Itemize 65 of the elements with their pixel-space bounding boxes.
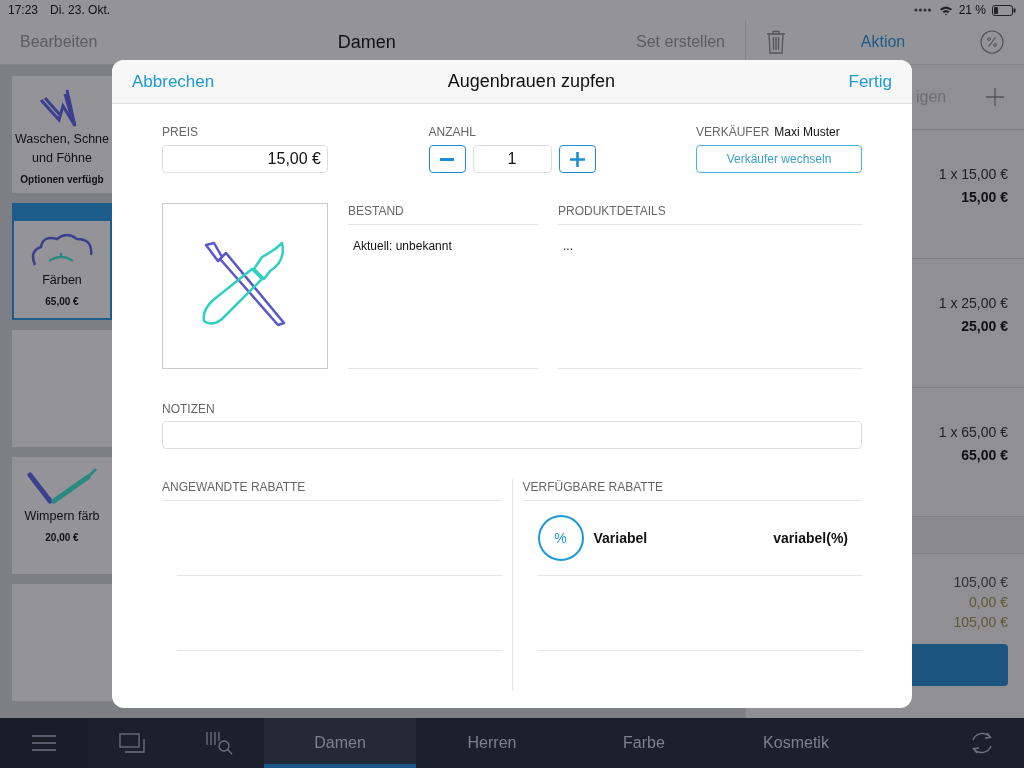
- quantity-label: ANZAHL: [428, 124, 477, 140]
- tile-subtitle: Optionen verfügb: [20, 174, 104, 185]
- category-tab[interactable]: Farbe: [568, 718, 720, 768]
- cart-item-total: 15,00 €: [961, 189, 1008, 205]
- discount-value: variabel(%): [773, 530, 848, 546]
- change-seller-button[interactable]: Verkäufer wechseln: [696, 145, 862, 173]
- category-tab[interactable]: Damen: [264, 718, 416, 768]
- wifi-icon: [938, 4, 953, 16]
- menu-icon[interactable]: [32, 735, 56, 751]
- empty-tile[interactable]: [12, 330, 112, 447]
- sync-icon[interactable]: [969, 730, 995, 756]
- stock-label: BESTAND: [348, 203, 538, 225]
- tile-title: Wimpern färb: [24, 508, 100, 525]
- stock-text: Aktuell: unbekannt: [353, 239, 453, 253]
- cancel-button[interactable]: Abbrechen: [132, 71, 215, 92]
- battery-percent: 21 %: [958, 3, 986, 17]
- tile-subtitle: 20,00 €: [45, 532, 79, 543]
- product-tile[interactable]: Wimpern färb 20,00 €: [12, 457, 112, 574]
- cart-quantity-price: 1 x 15,00 €: [938, 166, 1008, 182]
- discount-name: Variabel: [593, 530, 648, 546]
- category-tab[interactable]: Kosmetik: [720, 718, 872, 768]
- decrement-button[interactable]: [428, 145, 466, 173]
- percent-badge: %: [537, 515, 584, 561]
- notes-field[interactable]: [162, 421, 862, 449]
- total-amount: 105,00 €: [953, 574, 1008, 590]
- product-tile[interactable]: Waschen, Schne und Föhne Optionen verfügb: [12, 76, 112, 193]
- price-label: PREIS: [162, 124, 199, 140]
- action-button[interactable]: Aktion: [860, 33, 906, 51]
- trash-icon[interactable]: [766, 30, 786, 54]
- cart-quantity-price: 1 x 25,00 €: [938, 295, 1008, 311]
- tile-title: Färben: [42, 272, 82, 289]
- tile-subtitle: 65,00 €: [45, 296, 79, 307]
- product-tile[interactable]: Färben 65,00 €: [12, 203, 112, 320]
- quantity-field[interactable]: 1: [472, 145, 552, 173]
- notes-label: NOTIZEN: [162, 401, 216, 417]
- dialog-title: Augenbrauen zupfen: [447, 71, 615, 92]
- status-time: 17:23: [8, 3, 39, 17]
- status-date: Di. 23. Okt.: [50, 3, 111, 17]
- cart-quantity-price: 1 x 65,00 €: [938, 424, 1008, 440]
- details-label: PRODUKTDETAILS: [558, 203, 862, 225]
- tile-title: Waschen, Schne und Föhne: [15, 131, 109, 167]
- discount-item[interactable]: % Variabel variabel(%): [537, 501, 862, 576]
- seller-label: VERKÄUFER: [696, 124, 770, 140]
- available-discounts-label: VERFÜGBARE RABATTE: [522, 479, 862, 501]
- minus-icon: [440, 157, 454, 161]
- total-amount: 105,00 €: [953, 614, 1008, 630]
- details-text: ...: [563, 239, 574, 253]
- increment-button[interactable]: [558, 145, 596, 173]
- cart-item-total: 25,00 €: [961, 318, 1008, 334]
- add-icon[interactable]: [986, 88, 1004, 106]
- cart-item-total: 65,00 €: [961, 447, 1008, 463]
- barcode-search-icon[interactable]: [206, 731, 234, 755]
- empty-tile[interactable]: [12, 584, 112, 701]
- signal-icon: [912, 7, 933, 13]
- battery-icon: [992, 4, 1016, 16]
- plus-icon: [569, 151, 585, 167]
- seller-name: Maxi Muster: [774, 125, 840, 139]
- price-field[interactable]: 15,00 €: [162, 145, 328, 173]
- total-amount: 0,00 €: [969, 594, 1008, 610]
- category-tab[interactable]: Herren: [416, 718, 568, 768]
- done-button[interactable]: Fertig: [848, 71, 892, 92]
- percent-icon[interactable]: [980, 30, 1004, 54]
- applied-discounts-label: ANGEWANDTE RABATTE: [162, 479, 502, 501]
- windows-icon[interactable]: [119, 733, 145, 753]
- nav-title: Damen: [337, 31, 396, 53]
